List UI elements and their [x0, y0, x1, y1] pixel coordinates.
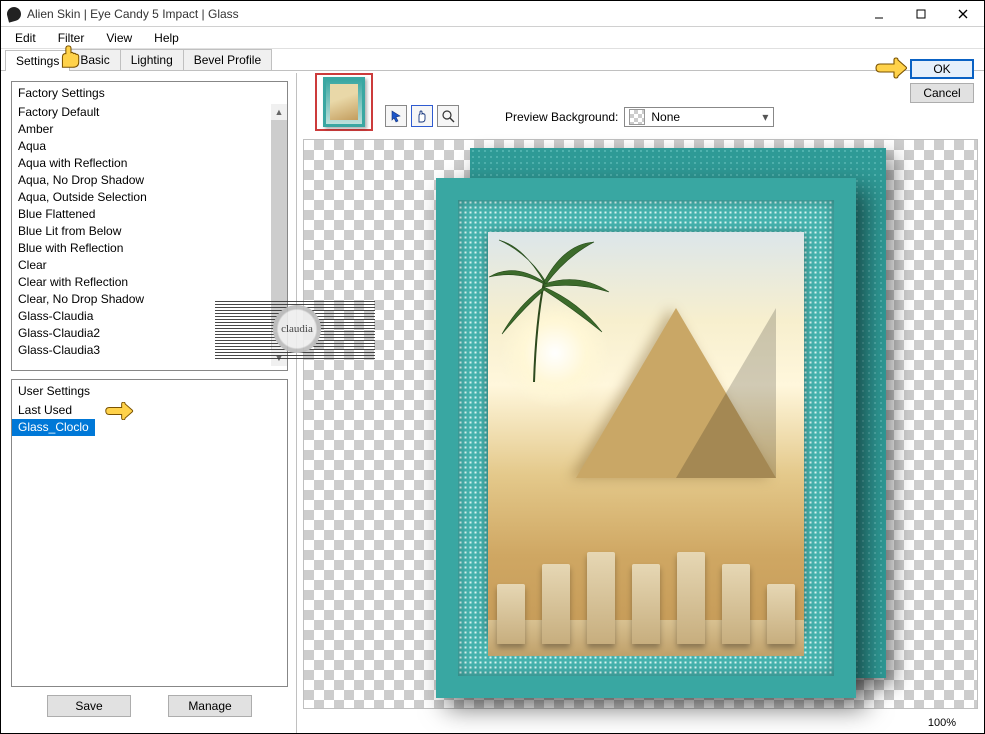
settings-panel: Factory Settings Factory DefaultAmberAqu…: [1, 73, 297, 733]
preview-tools: [385, 105, 459, 127]
menu-edit[interactable]: Edit: [7, 29, 44, 47]
window-title: Alien Skin | Eye Candy 5 Impact | Glass: [27, 7, 858, 21]
list-item[interactable]: Last Used: [12, 402, 287, 419]
tab-bevel-profile[interactable]: Bevel Profile: [183, 49, 272, 70]
list-item[interactable]: Clear, No Drop Shadow: [12, 291, 271, 308]
menu-filter[interactable]: Filter: [50, 29, 93, 47]
checker-swatch-icon: [629, 109, 645, 125]
preview-panel: OK Cancel: [297, 73, 984, 733]
preview-bg-label: Preview Background:: [505, 110, 618, 124]
list-item[interactable]: Aqua, Outside Selection: [12, 189, 271, 206]
factory-scrollbar[interactable]: ▲ ▼: [271, 104, 287, 366]
menu-help[interactable]: Help: [146, 29, 187, 47]
chevron-down-icon: ▾: [757, 110, 773, 124]
app-icon: [5, 5, 22, 22]
list-item[interactable]: Clear: [12, 257, 271, 274]
pointer-hand-icon: [874, 57, 908, 79]
list-item[interactable]: Aqua with Reflection: [12, 155, 271, 172]
preview-artwork: [436, 148, 886, 698]
list-item[interactable]: Amber: [12, 121, 271, 138]
list-item[interactable]: Glass-Claudia2: [12, 325, 271, 342]
hand-tool-icon[interactable]: [411, 105, 433, 127]
save-button[interactable]: Save: [47, 695, 131, 717]
title-bar: Alien Skin | Eye Candy 5 Impact | Glass: [1, 1, 984, 27]
list-item[interactable]: Factory Default: [12, 104, 271, 121]
list-item[interactable]: Clear with Reflection: [12, 274, 271, 291]
list-item[interactable]: Blue Lit from Below: [12, 223, 271, 240]
pointer-hand-icon: [57, 45, 85, 69]
preview-canvas[interactable]: [303, 139, 978, 709]
factory-settings-box: Factory Settings Factory DefaultAmberAqu…: [11, 81, 288, 371]
close-button[interactable]: [942, 1, 984, 26]
list-item[interactable]: Aqua: [12, 138, 271, 155]
preview-thumbnail[interactable]: [315, 73, 373, 131]
ok-button[interactable]: OK: [910, 59, 974, 79]
list-item[interactable]: Blue Flattened: [12, 206, 271, 223]
scroll-down-icon[interactable]: ▼: [271, 350, 287, 366]
preview-bg-select[interactable]: None ▾: [624, 107, 774, 127]
menu-view[interactable]: View: [98, 29, 140, 47]
window-buttons: [858, 1, 984, 26]
zoom-label: 100%: [928, 717, 956, 729]
tab-lighting[interactable]: Lighting: [120, 49, 184, 70]
minimize-button[interactable]: [858, 1, 900, 26]
settings-buttons: Save Manage: [11, 687, 288, 725]
maximize-button[interactable]: [900, 1, 942, 26]
manage-button[interactable]: Manage: [168, 695, 252, 717]
tabs: Settings Basic Lighting Bevel Profile: [1, 49, 984, 71]
list-item[interactable]: Blue with Reflection: [12, 240, 271, 257]
user-settings-box: User Settings Last UsedGlass_Cloclo: [11, 379, 288, 687]
zoom-tool-icon[interactable]: [437, 105, 459, 127]
cancel-button[interactable]: Cancel: [910, 83, 974, 103]
list-item[interactable]: Glass-Claudia3: [12, 342, 271, 359]
factory-settings-header: Factory Settings: [12, 82, 287, 104]
preview-bg-value: None: [649, 110, 757, 124]
list-item[interactable]: Glass-Claudia: [12, 308, 271, 325]
list-item[interactable]: Aqua, No Drop Shadow: [12, 172, 271, 189]
scroll-thumb[interactable]: [271, 120, 287, 330]
list-item[interactable]: Glass_Cloclo: [12, 419, 95, 436]
menu-bar: Edit Filter View Help: [1, 27, 984, 49]
pointer-tool-icon[interactable]: [385, 105, 407, 127]
user-settings-header: User Settings: [12, 380, 287, 402]
pointer-hand-icon: [104, 402, 134, 420]
scroll-up-icon[interactable]: ▲: [271, 104, 287, 120]
